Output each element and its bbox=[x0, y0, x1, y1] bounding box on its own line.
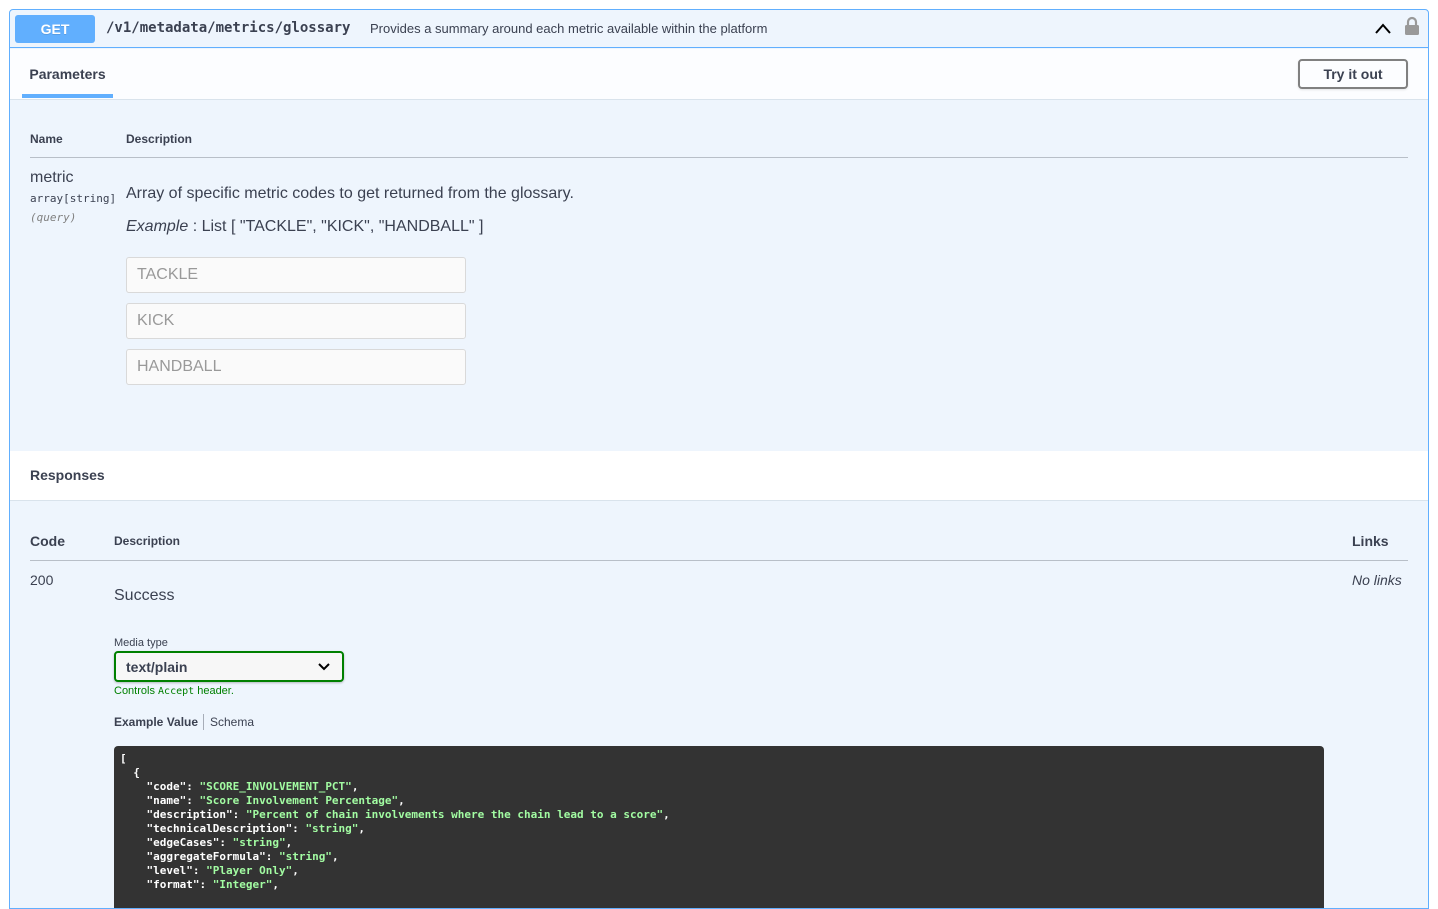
parameters-header: Parameters Try it out bbox=[10, 49, 1428, 100]
chevron-up-icon[interactable] bbox=[1374, 22, 1392, 36]
example-value-code: [ { "code": "SCORE_INVOLVEMENT_PCT", "na… bbox=[114, 746, 1324, 908]
tab-separator bbox=[203, 714, 204, 730]
responses-divider bbox=[30, 560, 1408, 561]
parameter-description: Array of specific metric codes to get re… bbox=[126, 185, 574, 202]
code-line: "description": "Percent of chain involve… bbox=[120, 808, 670, 821]
tab-parameters[interactable]: Parameters bbox=[22, 49, 113, 98]
code-line: "technicalDescription": "string", bbox=[120, 822, 366, 835]
code-line: "name": "Score Involvement Percentage", bbox=[120, 794, 405, 807]
endpoint-path: /v1/metadata/metrics/glossary bbox=[106, 20, 351, 36]
response-links: No links bbox=[1352, 572, 1402, 588]
media-type-select[interactable]: text/plain bbox=[114, 651, 344, 682]
parameter-example: Example : List [ "TACKLE", "KICK", "HAND… bbox=[126, 218, 483, 236]
try-it-out-button[interactable]: Try it out bbox=[1298, 59, 1408, 89]
media-type-value: text/plain bbox=[126, 658, 188, 675]
lock-icon[interactable] bbox=[1404, 16, 1420, 36]
code-line: "edgeCases": "string", bbox=[120, 836, 293, 849]
column-header-response-description: Description bbox=[114, 534, 181, 548]
code-line: { bbox=[120, 766, 140, 779]
code-line: [ bbox=[120, 752, 127, 765]
code-line: "aggregateFormula": "string", bbox=[120, 850, 339, 863]
example-label: Example bbox=[126, 218, 189, 235]
example-value: : List [ "TACKLE", "KICK", "HANDBALL" ] bbox=[192, 218, 484, 235]
column-header-links: Links bbox=[1352, 533, 1389, 549]
tab-schema[interactable]: Schema bbox=[210, 715, 254, 729]
table-divider bbox=[30, 157, 1408, 158]
metric-input-3[interactable] bbox=[126, 349, 466, 385]
response-code: 200 bbox=[30, 572, 54, 588]
code-line: "level": "Player Only", bbox=[120, 864, 299, 877]
parameter-location: (query) bbox=[30, 211, 77, 224]
operation-summary[interactable]: GET /v1/metadata/metrics/glossary Provid… bbox=[10, 10, 1428, 48]
metric-input-1[interactable] bbox=[126, 257, 466, 293]
response-description: Success bbox=[114, 587, 175, 604]
responses-header: Responses bbox=[10, 451, 1428, 501]
code-line: "code": "SCORE_INVOLVEMENT_PCT", bbox=[120, 780, 359, 793]
operation-block: GET /v1/metadata/metrics/glossary Provid… bbox=[9, 9, 1429, 909]
method-badge: GET bbox=[15, 15, 95, 43]
column-header-name: Name bbox=[30, 132, 63, 146]
metric-input-2[interactable] bbox=[126, 303, 466, 339]
column-header-code: Code bbox=[30, 533, 65, 549]
parameter-name: metric bbox=[30, 169, 74, 186]
chevron-down-icon bbox=[318, 663, 330, 671]
responses-title: Responses bbox=[30, 467, 105, 483]
controls-accept-note: Controls Accept header. bbox=[114, 685, 234, 697]
tab-active-indicator bbox=[22, 94, 113, 98]
media-type-label: Media type bbox=[114, 637, 168, 649]
column-header-description: Description bbox=[126, 132, 193, 146]
endpoint-summary: Provides a summary around each metric av… bbox=[370, 21, 768, 36]
code-line: "format": "Integer", bbox=[120, 878, 279, 891]
parameter-type: array[string] bbox=[30, 192, 117, 205]
tab-example-value[interactable]: Example Value bbox=[114, 715, 198, 729]
